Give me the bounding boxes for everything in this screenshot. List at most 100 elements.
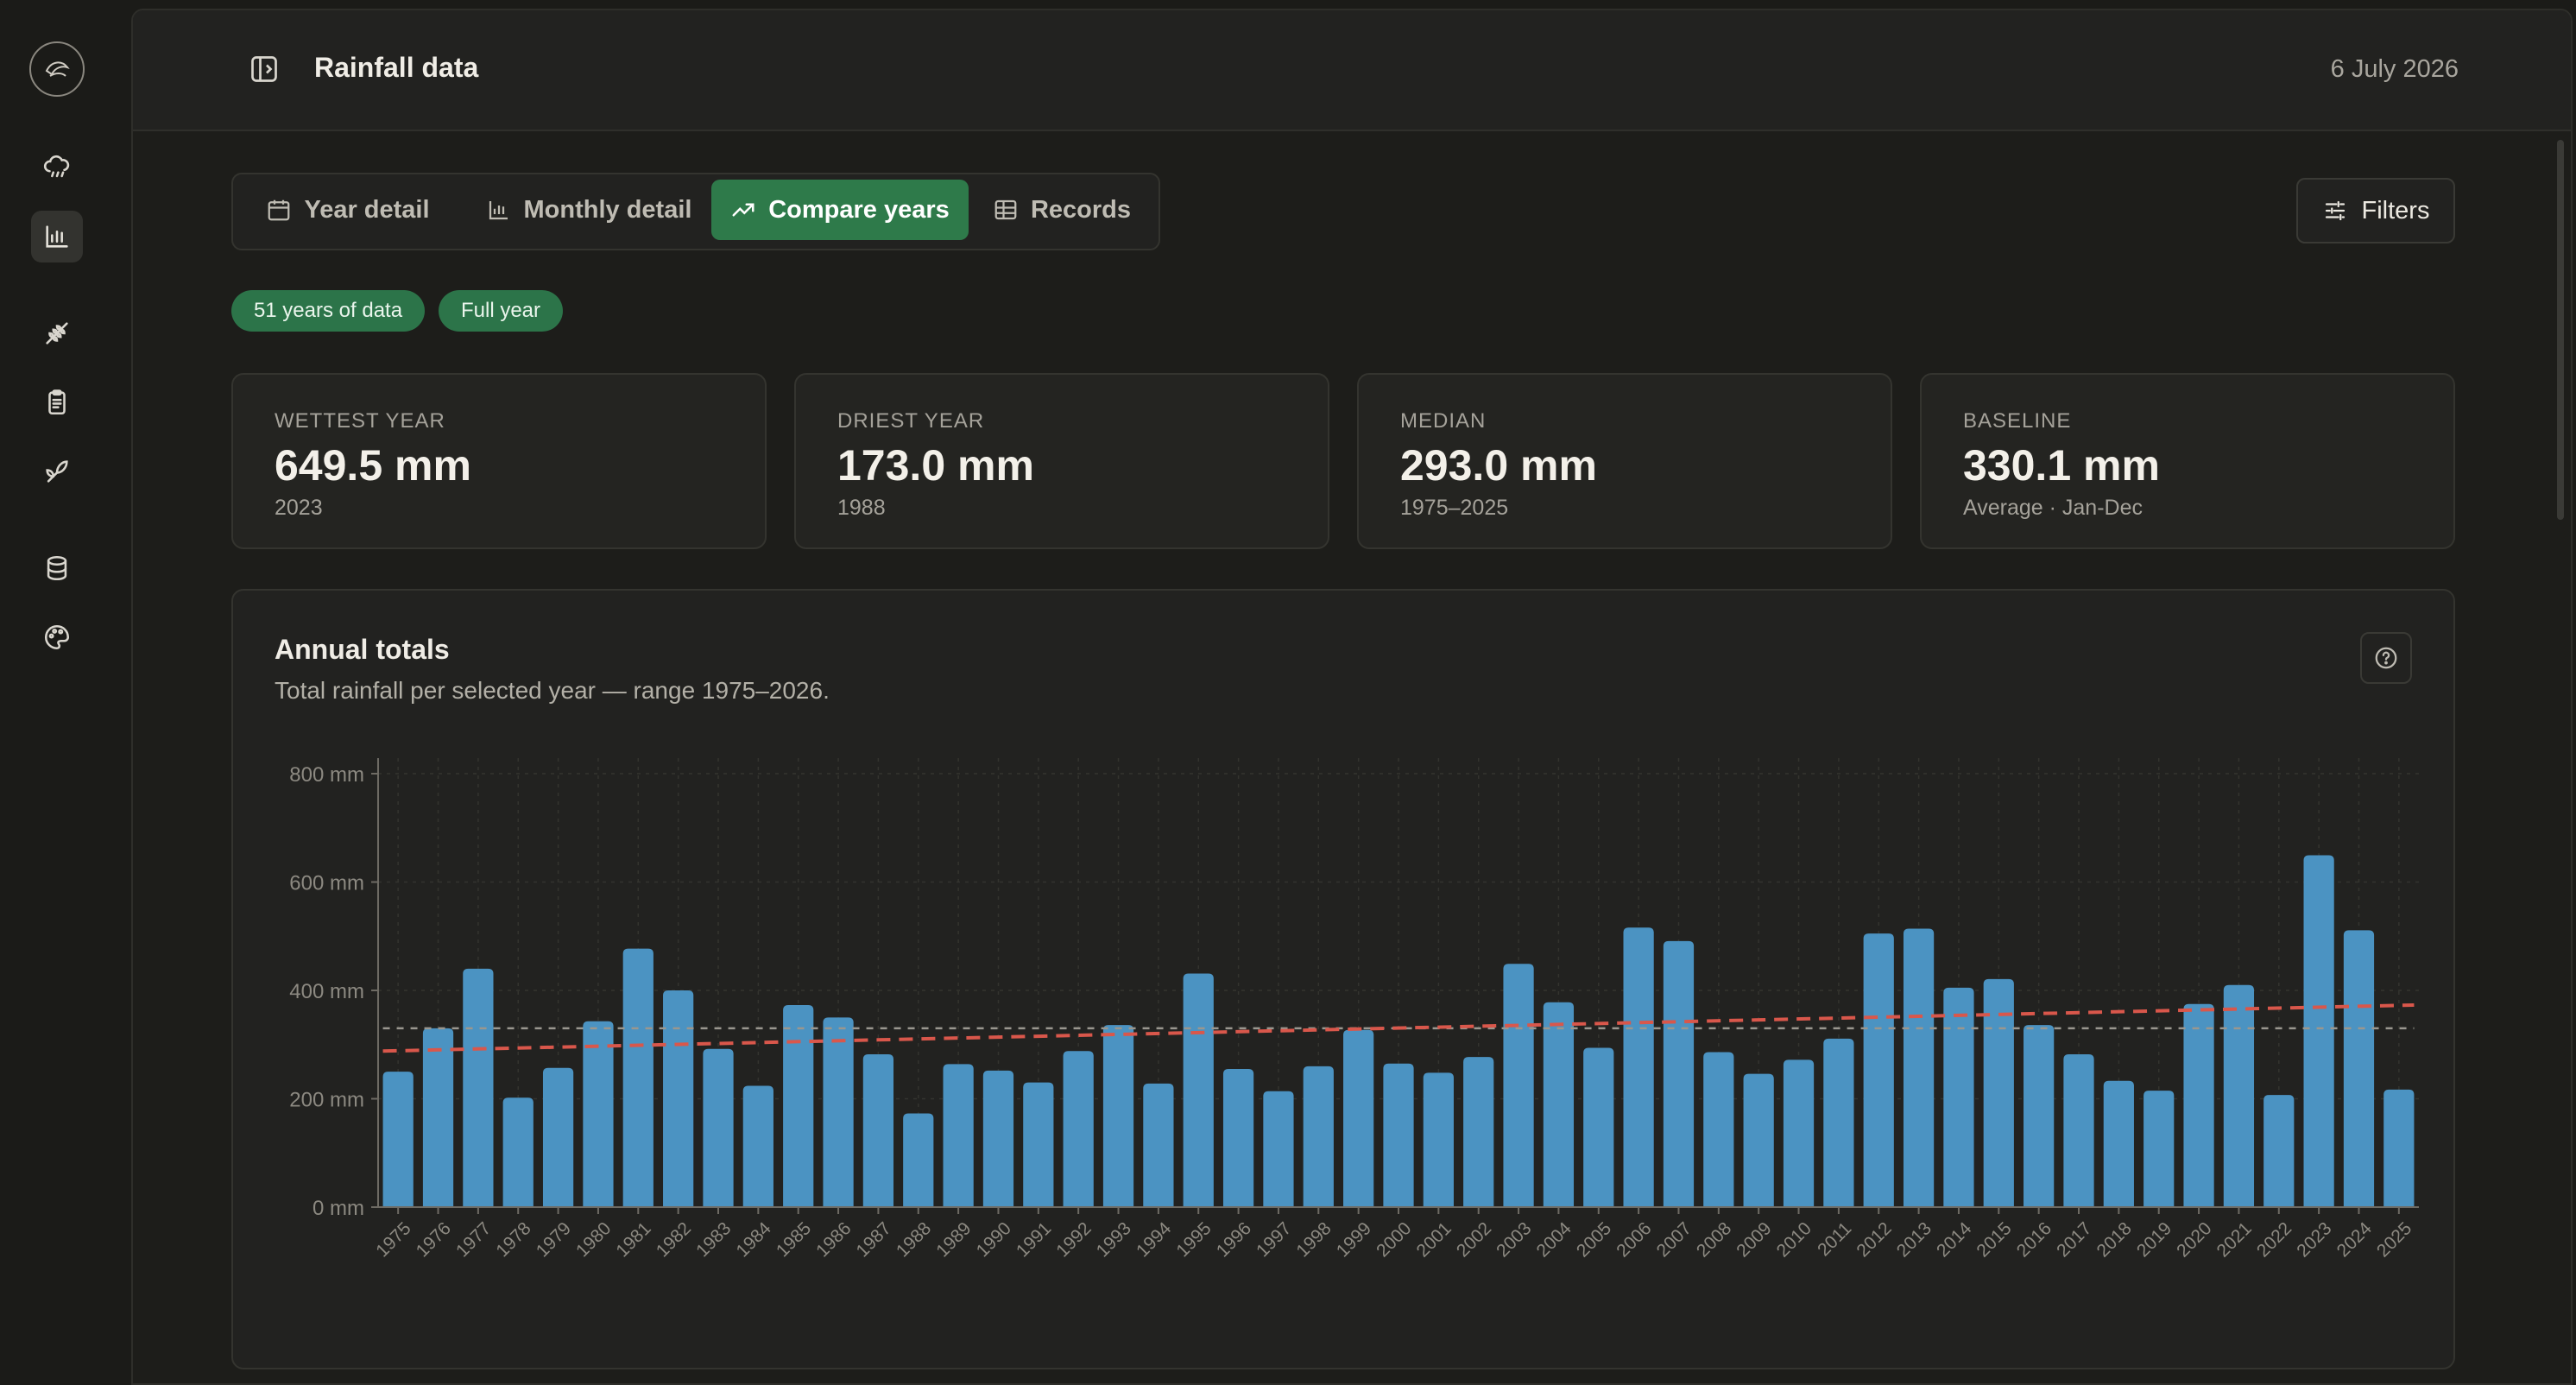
x-tick-label: 2023 [2293, 1218, 2335, 1261]
sidebar-toggle-icon[interactable] [245, 50, 283, 88]
database-icon[interactable] [31, 542, 83, 594]
stat-card-driest: DRIEST YEAR 173.0 mm 1988 [794, 373, 1329, 549]
bar-2020 [2183, 1003, 2214, 1207]
x-tick-label: 1978 [492, 1218, 534, 1261]
bar-2007 [1663, 940, 1695, 1207]
x-tick-label: 1992 [1052, 1218, 1095, 1261]
bar-2018 [2103, 1080, 2134, 1207]
x-tick-label: 1999 [1333, 1218, 1375, 1261]
current-date: 6 July 2026 [2330, 55, 2459, 83]
bar-1983 [703, 1048, 734, 1207]
x-tick-label: 1989 [932, 1218, 975, 1261]
tab-label: Year detail [304, 195, 430, 224]
bar-2003 [1503, 964, 1534, 1207]
main-panel: Rainfall data 6 July 2026 Year detail Mo… [131, 9, 2573, 1385]
stat-card-baseline: BASELINE 330.1 mm Average · Jan-Dec [1920, 373, 2455, 549]
x-tick-label: 2010 [1773, 1218, 1815, 1261]
tab-compare-years[interactable]: Compare years [711, 180, 969, 240]
x-tick-label: 2018 [2093, 1218, 2135, 1261]
nav-rail [0, 0, 131, 1376]
x-tick-label: 1991 [1013, 1218, 1055, 1261]
x-tick-label: 2000 [1373, 1218, 1415, 1261]
x-tick-label: 2008 [1693, 1218, 1735, 1261]
view-tabs: Year detail Monthly detail Compare years… [231, 173, 1160, 250]
bar-1996 [1222, 1068, 1254, 1207]
stat-label: BASELINE [1963, 409, 2072, 433]
bar-chart-icon[interactable] [31, 211, 83, 262]
bar-1982 [663, 990, 694, 1207]
x-tick-label: 1984 [732, 1218, 775, 1262]
top-bar: Rainfall data 6 July 2026 [133, 10, 2571, 131]
x-tick-label: 2007 [1653, 1218, 1695, 1261]
bar-2006 [1623, 927, 1654, 1207]
period-chip: Full year [439, 290, 563, 332]
x-tick-label: 1987 [853, 1218, 895, 1261]
bar-2017 [2063, 1054, 2094, 1207]
x-tick-label: 2021 [2213, 1218, 2256, 1261]
tab-year-detail[interactable]: Year detail [242, 180, 454, 240]
x-tick-label: 2022 [2253, 1218, 2295, 1261]
scrollbar[interactable] [2557, 140, 2564, 520]
sliders-icon [2325, 200, 2345, 221]
x-tick-label: 2003 [1493, 1218, 1535, 1261]
x-tick-label: 2002 [1453, 1218, 1495, 1261]
trending-up-icon [732, 203, 754, 217]
annual-totals-chart: 0 mm 200 mm 400 mm 600 mm 800 mm 197519761977… [289, 758, 2419, 1262]
x-tick-label: 1977 [452, 1218, 495, 1261]
bar-1981 [622, 948, 653, 1207]
x-tick-label: 1994 [1133, 1218, 1176, 1262]
x-tick-label: 1993 [1093, 1218, 1135, 1261]
help-button[interactable] [2360, 632, 2412, 684]
x-tick-label: 1988 [893, 1218, 935, 1261]
sprout-icon[interactable] [31, 446, 83, 497]
stat-sub: 1988 [837, 496, 886, 520]
stat-label: DRIEST YEAR [837, 409, 985, 433]
filters-button[interactable]: Filters [2296, 178, 2455, 243]
stat-sub: 1975–2025 [1400, 496, 1509, 520]
x-tick-label: 1997 [1253, 1218, 1295, 1261]
tab-label: Monthly detail [523, 195, 692, 224]
x-tick-label: 2016 [2013, 1218, 2055, 1261]
x-tick-label: 1996 [1213, 1218, 1255, 1261]
table-icon [994, 199, 1017, 220]
stat-value: 330.1 mm [1963, 441, 2160, 490]
wheat-icon[interactable] [31, 307, 83, 359]
logo-icon[interactable] [29, 41, 85, 97]
x-tick-label: 2015 [1973, 1218, 2015, 1261]
x-tick-label: 1990 [973, 1218, 1015, 1261]
bar-1999 [1343, 1029, 1374, 1207]
bar-2008 [1703, 1052, 1734, 1207]
years-count-chip: 51 years of data [231, 290, 425, 332]
bar-2011 [1823, 1038, 1854, 1207]
cloud-rain-icon[interactable] [31, 142, 83, 193]
bar-1975 [382, 1072, 414, 1207]
annual-totals-card: 0 mm 200 mm 400 mm 600 mm 800 mm 1975 1976 1977… [231, 589, 2455, 1369]
x-tick-label: 2014 [1933, 1218, 1976, 1262]
x-tick-label: 2011 [1814, 1218, 1855, 1260]
bar-1989 [943, 1064, 974, 1207]
bar-1990 [982, 1070, 1014, 1207]
bar-1987 [862, 1054, 894, 1207]
bar-2000 [1383, 1063, 1414, 1207]
bar-1976 [422, 1028, 454, 1207]
stat-sub: Average · Jan-Dec [1963, 496, 2143, 520]
tab-monthly-detail[interactable]: Monthly detail [463, 180, 715, 240]
stat-label: WETTEST YEAR [275, 409, 445, 433]
bar-1992 [1063, 1051, 1094, 1207]
x-tick-label: 1985 [773, 1218, 815, 1261]
x-tick-label: 2001 [1412, 1218, 1455, 1261]
bar-2002 [1463, 1057, 1494, 1207]
stat-value: 649.5 mm [275, 441, 471, 490]
x-tick-label: 2013 [1893, 1218, 1935, 1261]
x-tick-label: 1986 [812, 1218, 855, 1261]
x-tick-label: 2012 [1853, 1218, 1895, 1261]
palette-icon[interactable] [31, 611, 83, 663]
chart-title: Annual totals [275, 634, 450, 665]
bar-1997 [1263, 1091, 1294, 1207]
bar-2021 [2223, 984, 2255, 1207]
page-title: Rainfall data [314, 52, 479, 83]
bar-2004 [1543, 1002, 1575, 1207]
bar-2019 [2144, 1091, 2175, 1207]
tab-records[interactable]: Records [975, 180, 1148, 240]
clipboard-icon[interactable] [31, 376, 83, 428]
